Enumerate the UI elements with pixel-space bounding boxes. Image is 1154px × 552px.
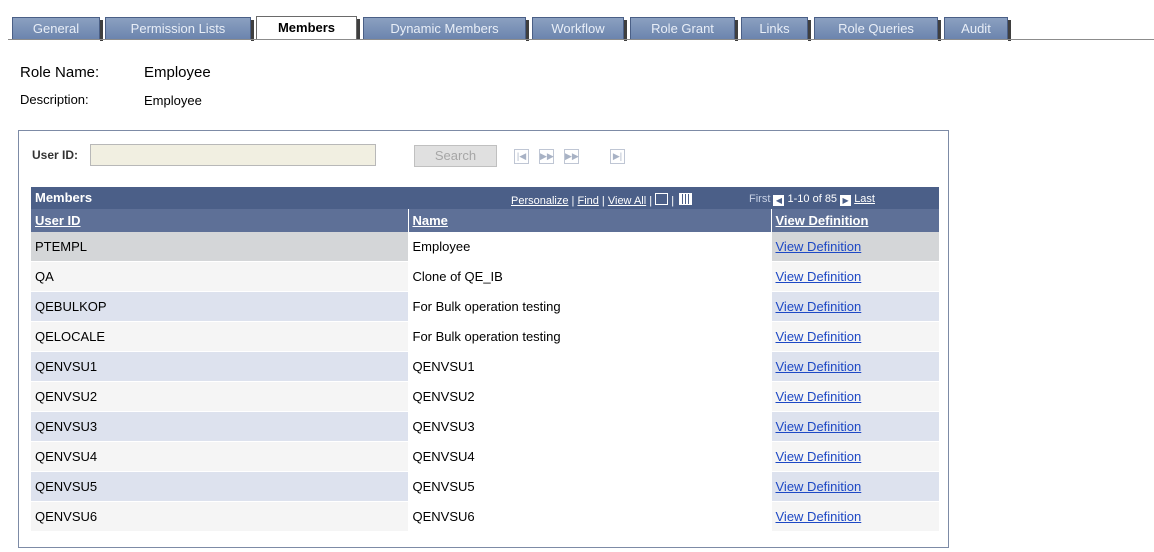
zoom-grid-icon[interactable]	[655, 193, 669, 205]
tab-members[interactable]: Members	[256, 16, 360, 40]
table-header-row: User ID Name View Definition	[31, 209, 940, 232]
search-button[interactable]: Search	[414, 145, 497, 167]
view-definition-link[interactable]: View Definition	[776, 299, 862, 314]
view-definition-link[interactable]: View Definition	[776, 269, 862, 284]
view-definition-link[interactable]: View Definition	[776, 479, 862, 494]
tab-workflow[interactable]: Workflow	[532, 17, 627, 41]
column-name[interactable]: Name	[408, 209, 772, 232]
cell-view-definition: View Definition	[770, 291, 939, 322]
view-definition-link[interactable]: View Definition	[776, 419, 862, 434]
table-row: QENVSU4 QENVSU4 View Definition	[31, 441, 939, 472]
members-grid: Members Personalize | Find | View All | …	[31, 187, 940, 532]
first-label: First	[749, 193, 771, 205]
cell-view-definition: View Definition	[770, 411, 939, 442]
cell-user-id: QENVSU4	[31, 441, 408, 472]
previous-arrow-icon[interactable]: ◀	[773, 195, 785, 206]
tab-links[interactable]: Links	[741, 17, 811, 41]
cell-name: For Bulk operation testing	[407, 321, 771, 352]
cell-name: QENVSU2	[407, 381, 771, 412]
cell-view-definition: View Definition	[770, 261, 939, 292]
tab-underline	[8, 39, 1154, 40]
cell-view-definition: View Definition	[770, 501, 939, 532]
tab-role-queries[interactable]: Role Queries	[814, 17, 941, 41]
cell-name: QENVSU5	[407, 471, 771, 502]
personalize-link[interactable]: Personalize	[511, 195, 568, 207]
tab-dynamic-members[interactable]: Dynamic Members	[363, 17, 529, 41]
role-name-value: Employee	[144, 64, 211, 81]
last-link[interactable]: Last	[854, 193, 875, 205]
table-row: QENVSU3 QENVSU3 View Definition	[31, 411, 939, 442]
tab-general[interactable]: General	[12, 17, 103, 41]
cell-name: QENVSU1	[407, 351, 771, 382]
members-table: User ID Name View Definition PTEMPL Emplo…	[31, 209, 940, 532]
next-arrow-icon[interactable]: ▶	[840, 195, 852, 206]
cell-view-definition: View Definition	[770, 441, 939, 472]
cell-view-definition: View Definition	[770, 321, 939, 352]
cell-name: For Bulk operation testing	[407, 291, 771, 322]
cell-user-id: QENVSU2	[31, 381, 408, 412]
user-id-input[interactable]	[90, 144, 376, 166]
cell-user-id: PTEMPL	[31, 232, 408, 262]
next-page-icon[interactable]: ▶▶	[564, 149, 579, 164]
cell-view-definition: View Definition	[770, 351, 939, 382]
description-label: Description:	[20, 92, 89, 107]
cell-view-definition: View Definition	[770, 232, 939, 262]
role-name-label: Role Name:	[20, 64, 100, 81]
table-row: QENVSU5 QENVSU5 View Definition	[31, 471, 939, 502]
table-row: QENVSU1 QENVSU1 View Definition	[31, 351, 939, 382]
column-view-definition[interactable]: View Definition	[771, 209, 940, 232]
cell-user-id: QEBULKOP	[31, 291, 408, 322]
view-definition-link[interactable]: View Definition	[776, 329, 862, 344]
view-definition-link[interactable]: View Definition	[776, 509, 862, 524]
table-row: QENVSU2 QENVSU2 View Definition	[31, 381, 939, 412]
tab-permission-lists[interactable]: Permission Lists	[105, 17, 254, 41]
table-row: QELOCALE For Bulk operation testing View D…	[31, 321, 939, 352]
view-all-link[interactable]: View All	[608, 195, 646, 207]
description-value: Employee	[144, 93, 202, 108]
cell-user-id: QELOCALE	[31, 321, 408, 352]
cell-view-definition: View Definition	[770, 381, 939, 412]
table-row: QENVSU6 QENVSU6 View Definition	[31, 501, 939, 532]
view-definition-link[interactable]: View Definition	[776, 389, 862, 404]
cell-view-definition: View Definition	[770, 471, 939, 502]
table-row: QA Clone of QE_IB View Definition	[31, 261, 939, 292]
view-definition-link[interactable]: View Definition	[776, 239, 862, 254]
cell-user-id: QA	[31, 261, 408, 292]
view-definition-link[interactable]: View Definition	[776, 359, 862, 374]
table-row: QEBULKOP For Bulk operation testing View D…	[31, 291, 939, 322]
row-range: 1-10 of 85	[787, 193, 838, 205]
download-icon[interactable]	[679, 193, 693, 205]
grid-header-bar: Members Personalize | Find | View All | …	[31, 187, 939, 209]
cell-name: QENVSU4	[407, 441, 771, 472]
tab-role-grant[interactable]: Role Grant	[630, 17, 738, 41]
cell-user-id: QENVSU5	[31, 471, 408, 502]
cell-name: Employee	[407, 232, 771, 262]
last-page-icon[interactable]: ▶|	[610, 149, 625, 164]
grid-title: Members	[35, 190, 93, 205]
first-page-icon[interactable]: |◀	[514, 149, 529, 164]
find-link[interactable]: Find	[577, 195, 598, 207]
fast-forward-icon[interactable]: ▶▶	[539, 149, 554, 164]
cell-name: QENVSU3	[407, 411, 771, 442]
column-user-id[interactable]: User ID	[31, 209, 409, 232]
view-definition-link[interactable]: View Definition	[776, 449, 862, 464]
user-id-label: User ID:	[32, 148, 79, 162]
cell-name: Clone of QE_IB	[407, 261, 771, 292]
tab-bar: General Permission Lists Members Dynamic…	[0, 0, 1154, 41]
tab-audit[interactable]: Audit	[944, 17, 1011, 41]
grid-nav: First ◀ 1-10 of 85 ▶ Last	[749, 193, 875, 206]
cell-user-id: QENVSU3	[31, 411, 408, 442]
cell-name: QENVSU6	[407, 501, 771, 532]
cell-user-id: QENVSU6	[31, 501, 408, 532]
grid-tools: Personalize | Find | View All | |	[511, 193, 693, 207]
cell-user-id: QENVSU1	[31, 351, 408, 382]
table-row: PTEMPL Employee View Definition	[31, 232, 939, 262]
